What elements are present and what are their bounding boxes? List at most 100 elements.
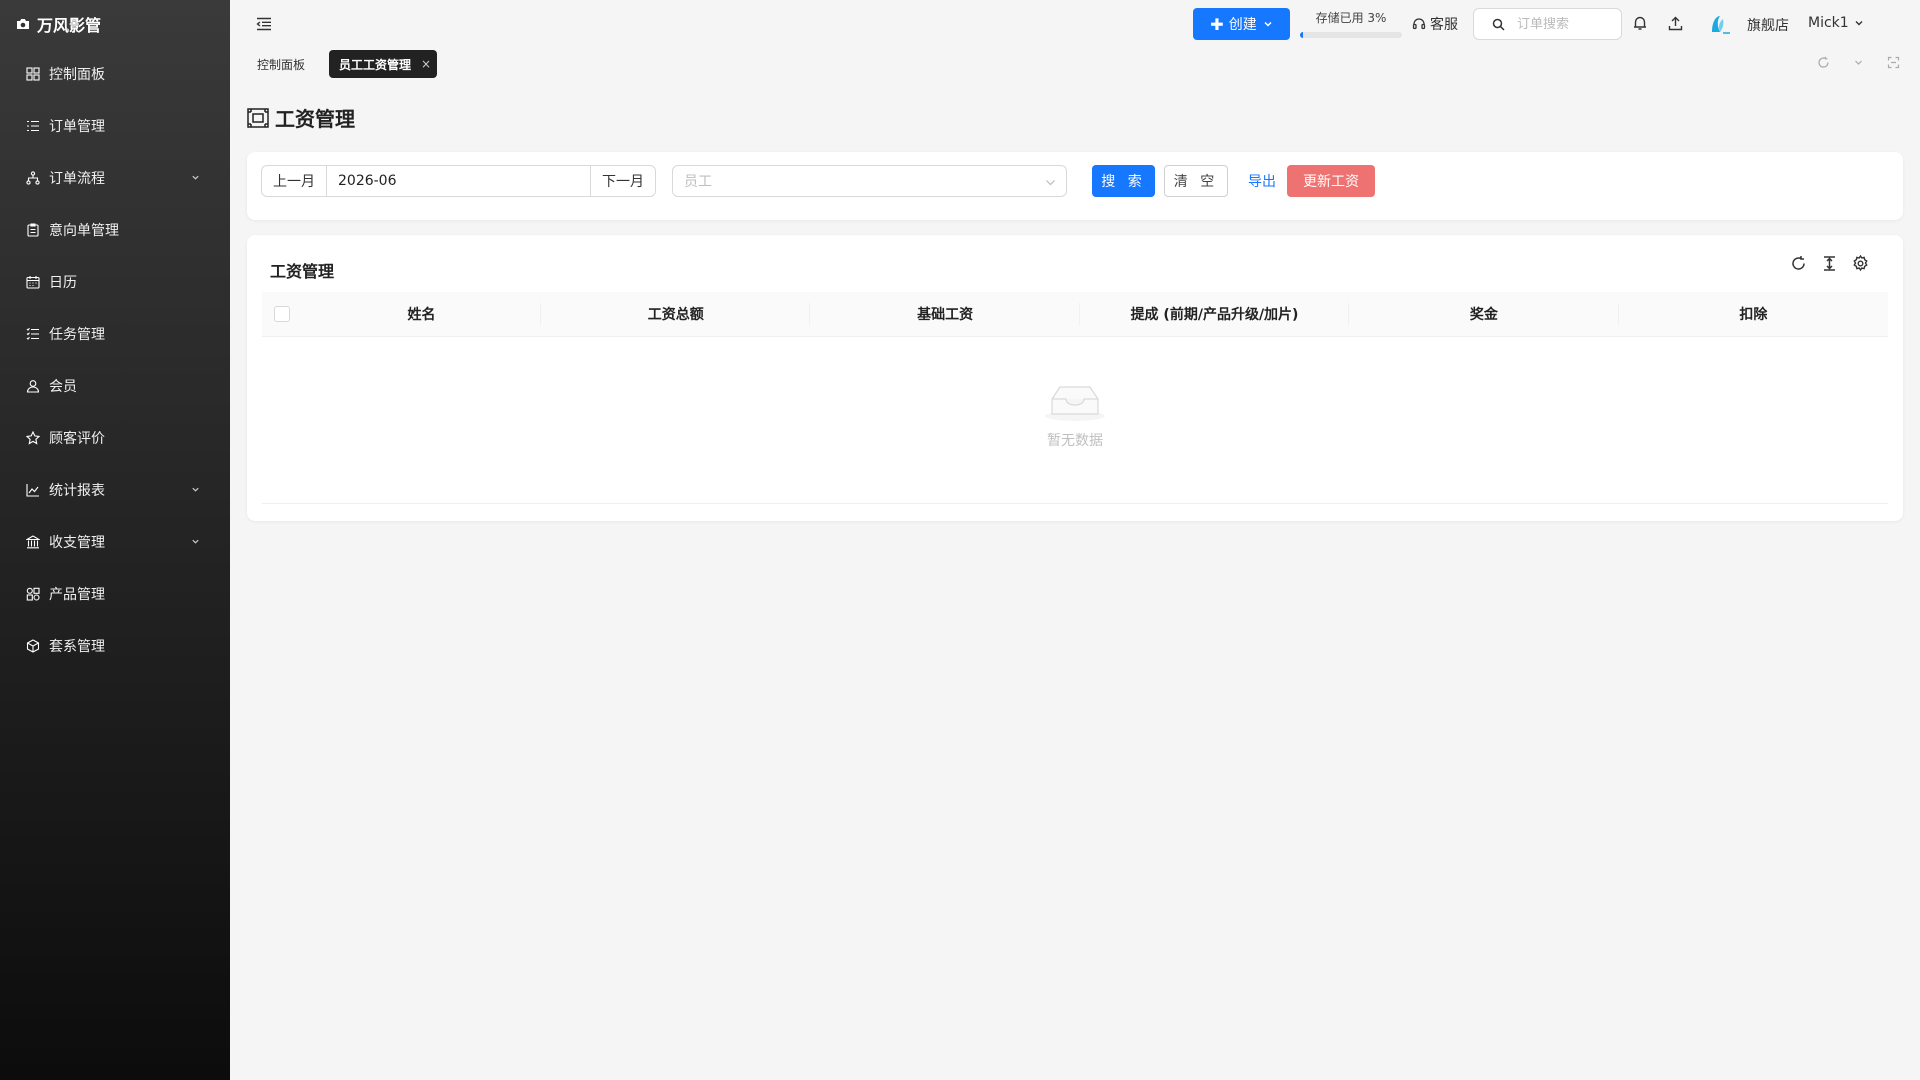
dashboard-icon: [26, 67, 40, 81]
month-input[interactable]: 2026-06: [327, 166, 590, 196]
user-menu[interactable]: Mick1: [1808, 15, 1864, 31]
order-search[interactable]: [1473, 8, 1622, 40]
storage-progress-bar: [1300, 32, 1402, 38]
table-title: 工资管理: [270, 262, 335, 281]
column-header-name: 姓名: [302, 292, 541, 336]
create-button-label: 创建: [1228, 17, 1257, 33]
next-month-button[interactable]: 下一月: [590, 166, 655, 196]
storage-usage: 存储已用 3%: [1300, 9, 1402, 38]
sidebar-item-label: 订单流程: [49, 171, 105, 187]
employee-select[interactable]: 员工: [672, 165, 1067, 197]
checkbox-box: [274, 306, 290, 322]
page-title-text: 工资管理: [275, 107, 355, 131]
month-picker: 上一月 2026-06 下一月: [261, 165, 656, 197]
plus-icon: ✚: [1210, 14, 1224, 34]
sidebar-item-tasks[interactable]: 任务管理: [0, 308, 230, 360]
sidebar-item-label: 统计报表: [49, 483, 105, 499]
storage-label: 存储已用 3%: [1315, 11, 1387, 25]
settings-icon[interactable]: [1852, 255, 1869, 272]
sidebar-item-products[interactable]: 产品管理: [0, 568, 230, 620]
refresh-icon[interactable]: [1817, 56, 1830, 69]
clear-button[interactable]: 清 空: [1164, 165, 1228, 197]
user-icon: [26, 380, 40, 393]
page-tabs: 控制面板 员工工资管理 ×: [230, 48, 1920, 82]
storage-progress-fill: [1300, 32, 1304, 38]
chevron-down-icon: [1264, 21, 1272, 27]
sidebar-item-label: 会员: [49, 379, 77, 395]
flow-icon: [26, 171, 40, 185]
star-icon: [26, 431, 40, 445]
calendar-icon: [26, 276, 40, 289]
update-wage-button[interactable]: 更新工资: [1287, 165, 1375, 197]
app-brand[interactable]: 万风影管: [0, 0, 230, 48]
tab-employee-wage[interactable]: 员工工资管理 ×: [329, 50, 438, 78]
tab-tools: [1817, 56, 1900, 69]
list-icon: [27, 120, 39, 132]
sidebar-item-packages[interactable]: 套系管理: [0, 620, 230, 672]
chart-icon: [26, 484, 39, 497]
empty-inbox-icon: [1045, 386, 1105, 421]
sidebar-item-label: 控制面板: [49, 67, 105, 83]
chevron-down-icon: [192, 539, 199, 544]
sidebar-item-order-flow[interactable]: 订单流程: [0, 152, 230, 204]
top-header: ✚ 创建 存储已用 3% 客服 旗舰店 Mick1: [230, 0, 1920, 48]
export-link[interactable]: 导出: [1238, 165, 1286, 197]
close-icon[interactable]: ×: [421, 57, 431, 71]
app-name: 万风影管: [37, 16, 102, 35]
column-header-base: 基础工资: [810, 292, 1081, 336]
menu-fold-icon[interactable]: [256, 17, 272, 31]
sidebar-item-members[interactable]: 会员: [0, 360, 230, 412]
prev-month-button[interactable]: 上一月: [262, 166, 327, 196]
sidebar-menu: 控制面板 订单管理 订单流程 意向单管理 日历 任务管理 会员 顾客评价 统计报…: [0, 48, 230, 672]
sidebar-item-label: 套系管理: [49, 639, 105, 655]
chevron-down-icon: [1855, 21, 1863, 26]
chevron-down-icon: [192, 487, 199, 492]
upload-icon[interactable]: [1668, 16, 1683, 31]
camera-icon: [17, 19, 29, 29]
sidebar-item-intent-orders[interactable]: 意向单管理: [0, 204, 230, 256]
sidebar-item-label: 日历: [49, 275, 77, 291]
sidebar-item-orders[interactable]: 订单管理: [0, 100, 230, 152]
wage-table-card: 工资管理 姓名 工资总额 基础工资 提成 (前期/产品升级/加片) 奖金 扣除 …: [247, 235, 1903, 521]
tab-label: 控制面板: [257, 57, 306, 72]
fullscreen-icon[interactable]: [1887, 56, 1900, 69]
chevron-down-icon: [1046, 180, 1055, 186]
order-search-input[interactable]: [1517, 16, 1617, 32]
select-all-checkbox[interactable]: [262, 306, 302, 322]
sidebar-item-reports[interactable]: 统计报表: [0, 464, 230, 516]
empty-text: 暂无数据: [1047, 433, 1103, 449]
create-button[interactable]: ✚ 创建: [1193, 8, 1290, 40]
bell-icon[interactable]: [1632, 15, 1648, 31]
customer-service-link[interactable]: 客服: [1412, 14, 1458, 34]
sidebar-item-finance[interactable]: 收支管理: [0, 516, 230, 568]
store-name[interactable]: 旗舰店: [1747, 15, 1789, 35]
customer-service-label: 客服: [1430, 17, 1458, 33]
search-icon: [1492, 18, 1505, 31]
sidebar-item-dashboard[interactable]: 控制面板: [0, 48, 230, 100]
clipboard-icon: [27, 223, 39, 237]
sidebar-item-label: 产品管理: [49, 587, 105, 603]
sidebar-item-label: 订单管理: [49, 119, 105, 135]
sidebar-item-label: 任务管理: [49, 327, 105, 343]
user-name: Mick1: [1808, 15, 1849, 31]
sidebar-item-label: 收支管理: [49, 535, 105, 551]
task-icon: [26, 327, 39, 340]
column-header-deduction: 扣除: [1739, 307, 1768, 323]
employee-select-placeholder: 员工: [684, 174, 712, 190]
chevron-down-icon[interactable]: [1852, 56, 1865, 69]
product-icon: [26, 587, 40, 601]
store-logo: [1712, 16, 1730, 34]
sidebar-item-calendar[interactable]: 日历: [0, 256, 230, 308]
search-button[interactable]: 搜 索: [1092, 165, 1155, 197]
empty-state: 暂无数据: [262, 337, 1888, 504]
filter-card: 上一月 2026-06 下一月 员工 搜 索 清 空 导出 更新工资: [247, 152, 1903, 220]
column-height-icon[interactable]: [1821, 255, 1838, 272]
sidebar: 万风影管 控制面板 订单管理 订单流程 意向单管理 日历 任务管理 会员 顾客评…: [0, 0, 230, 1080]
bank-icon: [26, 535, 40, 549]
reload-icon[interactable]: [1790, 255, 1807, 272]
chevron-down-icon: [192, 175, 199, 180]
sidebar-item-reviews[interactable]: 顾客评价: [0, 412, 230, 464]
tab-label: 员工工资管理: [339, 57, 412, 72]
table-header: 姓名 工资总额 基础工资 提成 (前期/产品升级/加片) 奖金 扣除: [262, 292, 1888, 337]
tab-dashboard[interactable]: 控制面板: [247, 50, 315, 78]
